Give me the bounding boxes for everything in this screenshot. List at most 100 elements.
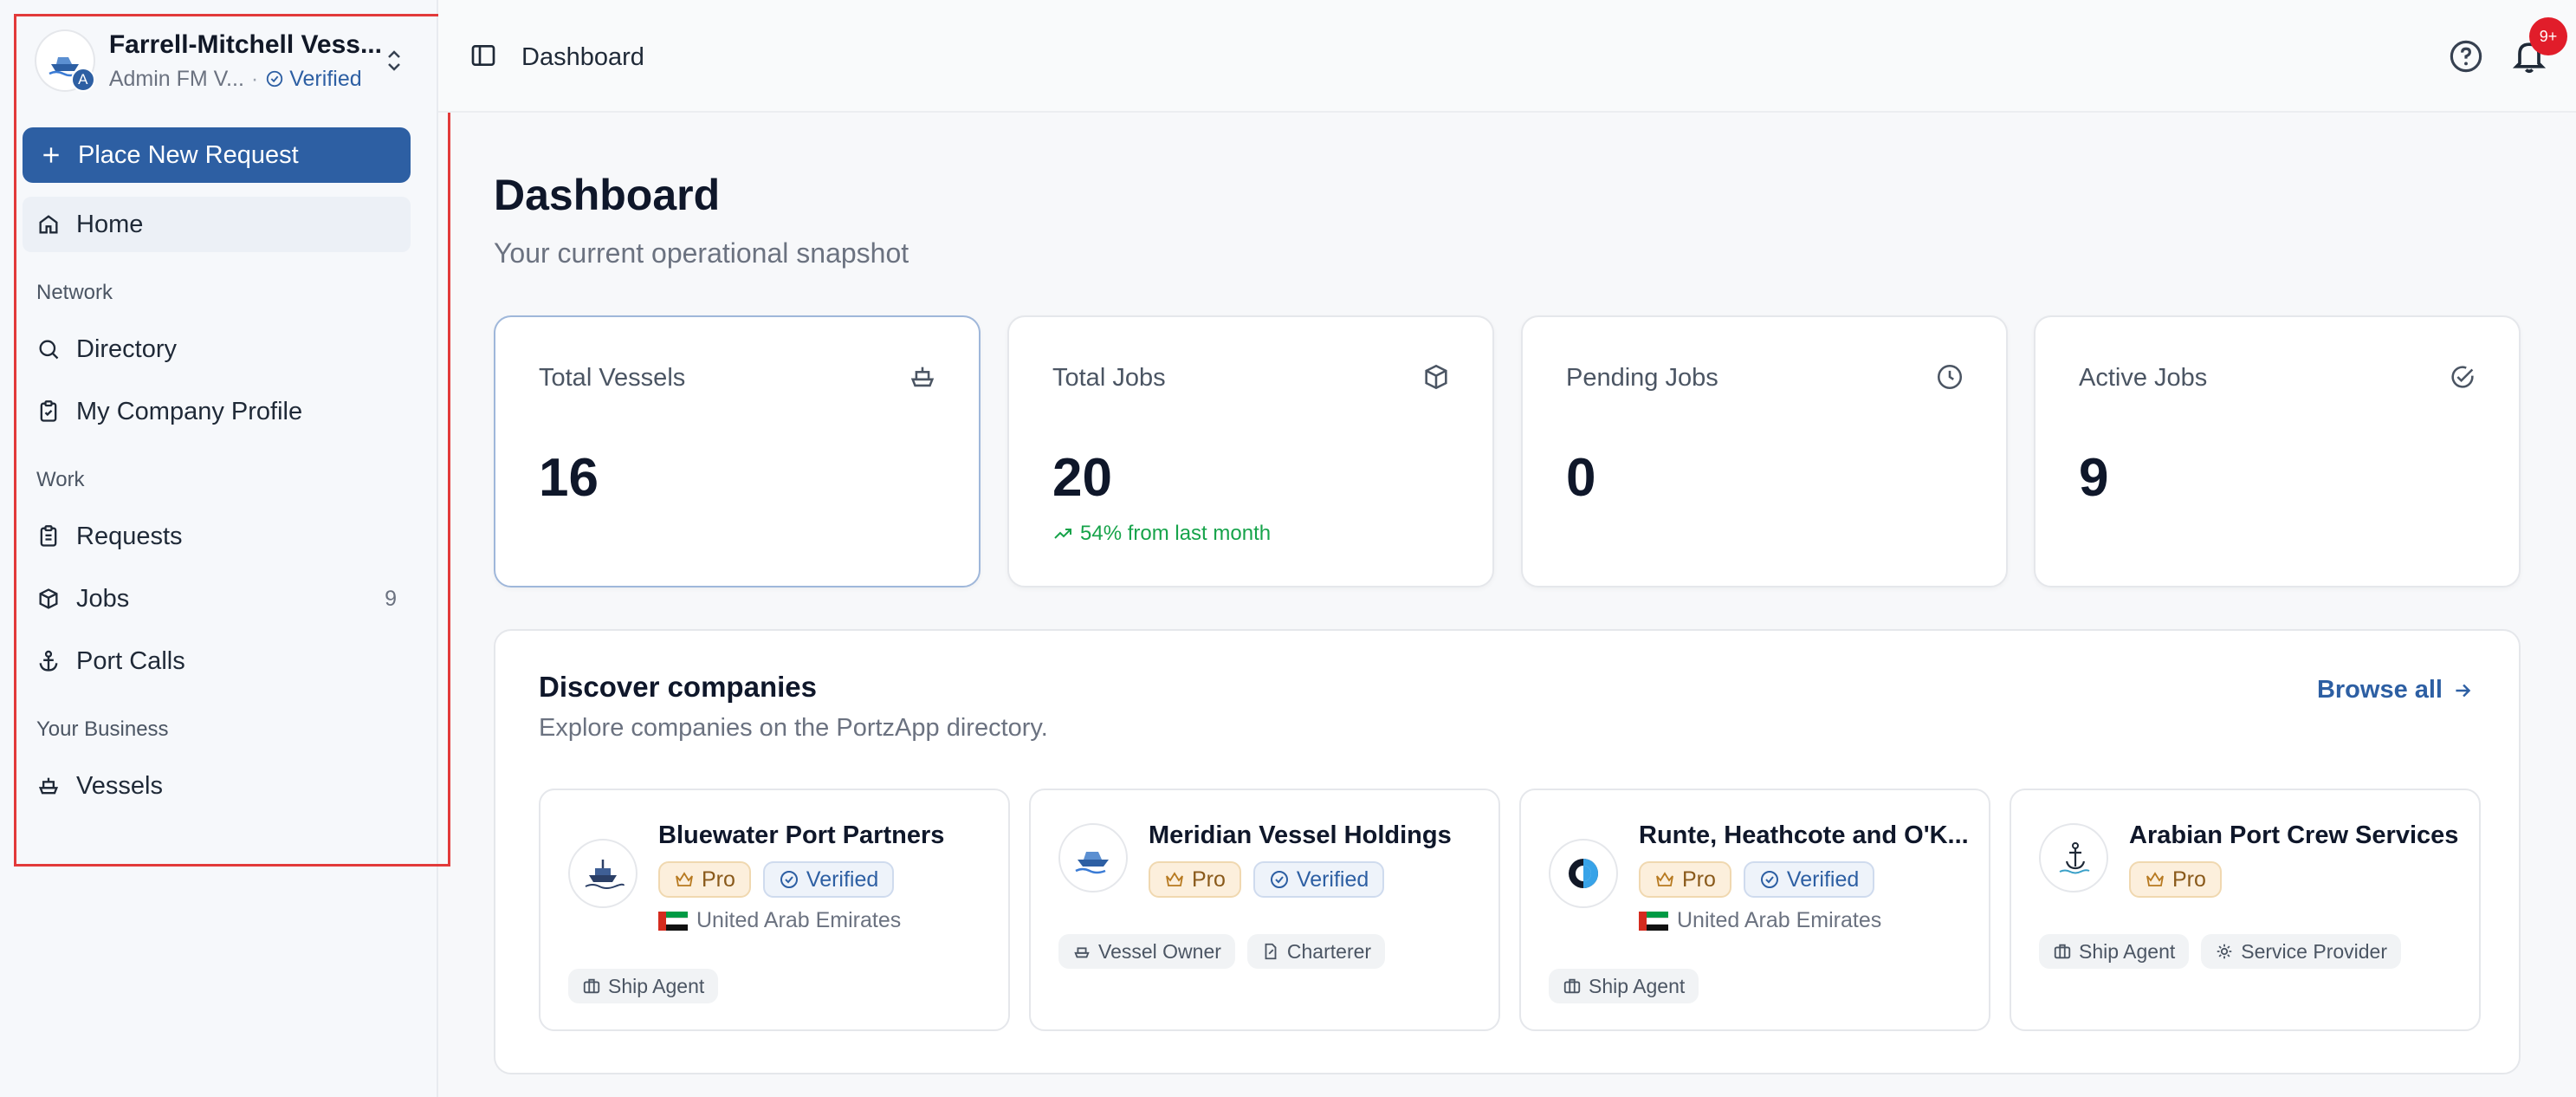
- stat-value: 16: [539, 448, 599, 508]
- jobs-count: 9: [385, 586, 397, 611]
- breadcrumb: Dashboard: [521, 43, 644, 71]
- tag-label: Ship Agent: [608, 974, 705, 997]
- sidebar-item-label: Jobs: [76, 584, 130, 613]
- page-title: Dashboard: [494, 171, 721, 219]
- verified-label: Verified: [1296, 867, 1369, 892]
- plus-icon: [43, 147, 59, 163]
- top-bar: Dashboard 9+: [438, 0, 2576, 113]
- country-name: United Arab Emirates: [696, 908, 902, 932]
- uae-flag-icon: [658, 911, 688, 931]
- section-your-business: Your Business: [36, 717, 169, 741]
- tag-label: Ship Agent: [2079, 939, 2176, 963]
- crown-icon: [1656, 872, 1673, 886]
- sidebar-item-label: My Company Profile: [76, 397, 303, 425]
- page-subtitle: Your current operational snapshot: [494, 237, 909, 269]
- company-card[interactable]: Bluewater Port Partners Pro Verified Uni…: [539, 789, 1010, 1031]
- company-card[interactable]: Arabian Port Crew Services Pro Ship Agen…: [2010, 789, 2481, 1031]
- arrow-right-icon: [2456, 684, 2471, 697]
- globe-logo-icon: [1569, 859, 1598, 888]
- search-icon: [39, 340, 59, 360]
- pro-badge: Pro: [2129, 861, 2222, 898]
- company-tag: Service Provider: [2201, 934, 2401, 969]
- ship-icon: [38, 777, 59, 795]
- browse-all-link[interactable]: Browse all: [2317, 676, 2474, 704]
- clock-icon: [1935, 362, 1964, 396]
- sidebar-item-directory[interactable]: Directory: [23, 321, 411, 377]
- stat-card-total-jobs[interactable]: Total Jobs 20 54% from last month: [1007, 315, 1494, 587]
- crown-icon: [676, 872, 693, 886]
- company-card[interactable]: Meridian Vessel Holdings Pro Verified Ve…: [1029, 789, 1500, 1031]
- sidebar-item-label: Directory: [76, 334, 178, 363]
- pro-label: Pro: [702, 867, 735, 892]
- company-tag: Ship Agent: [568, 969, 719, 1003]
- org-name: Farrell-Mitchell Vess...: [108, 29, 382, 59]
- tag-label: Service Provider: [2241, 939, 2387, 963]
- anchor-icon: [39, 650, 58, 672]
- company-logo: [1549, 839, 1618, 908]
- place-new-request-button[interactable]: Place New Request: [23, 127, 411, 183]
- ship-logo-icon: [1075, 852, 1109, 874]
- place-new-request-label: Place New Request: [78, 140, 299, 169]
- verified-badge: Verified: [1252, 861, 1385, 898]
- clipboard-list-icon: [40, 525, 57, 547]
- stat-card-total-vessels[interactable]: Total Vessels 16: [494, 315, 981, 587]
- sidebar-item-label: Port Calls: [76, 646, 185, 675]
- company-name: Meridian Vessel Holdings: [1149, 821, 1452, 849]
- verified-badge: Verified: [1743, 861, 1875, 898]
- org-avatar: A: [35, 29, 95, 92]
- home-icon: [39, 215, 58, 234]
- org-switcher[interactable]: A Farrell-Mitchell Vess... Admin FM V...…: [35, 26, 407, 95]
- crown-icon: [1166, 872, 1183, 886]
- company-country: United Arab Emirates: [658, 908, 901, 933]
- company-tag: Ship Agent: [2039, 934, 2190, 969]
- ship-icon: [908, 362, 937, 396]
- company-logo: [568, 839, 638, 908]
- sidebar-item-home[interactable]: Home: [23, 197, 411, 252]
- company-logo: [1058, 823, 1128, 893]
- company-tag: Vessel Owner: [1058, 934, 1235, 969]
- stat-card-pending-jobs[interactable]: Pending Jobs 0: [1521, 315, 2008, 587]
- sidebar-item-label: Vessels: [76, 771, 163, 800]
- pro-badge: Pro: [1149, 861, 1241, 898]
- org-role: Admin FM V...: [108, 66, 244, 91]
- sidebar-item-label: Requests: [76, 522, 183, 550]
- briefcase-icon: [583, 978, 600, 994]
- check-circle-icon: [780, 871, 798, 888]
- org-role-badge: A: [70, 68, 95, 92]
- trending-up-icon: [1054, 529, 1071, 539]
- section-subtitle: Explore companies on the PortzApp direct…: [539, 714, 1048, 742]
- sidebar-item-port-calls[interactable]: Port Calls: [23, 633, 411, 689]
- sidebar-item-company-profile[interactable]: My Company Profile: [23, 384, 411, 439]
- chevrons-up-down-icon[interactable]: [382, 43, 407, 78]
- company-tag: Charterer: [1246, 934, 1386, 969]
- anchor-logo-icon: [2059, 842, 2090, 874]
- pro-label: Pro: [1192, 867, 1226, 892]
- verified-label: Verified: [1786, 867, 1860, 892]
- stat-card-active-jobs[interactable]: Active Jobs 9: [2034, 315, 2521, 587]
- pro-badge: Pro: [1639, 861, 1731, 898]
- stat-trend: 54% from last month: [1052, 522, 1271, 546]
- check-circle-icon: [267, 70, 283, 88]
- sidebar-item-vessels[interactable]: Vessels: [23, 758, 411, 814]
- help-circle-icon[interactable]: [2448, 38, 2484, 79]
- file-edit-icon: [1265, 943, 1277, 960]
- check-circle-icon: [2448, 362, 2477, 396]
- stat-label: Total Vessels: [539, 364, 686, 392]
- company-name: Bluewater Port Partners: [658, 821, 945, 849]
- sidebar-item-jobs[interactable]: Jobs 9: [23, 571, 411, 626]
- section-network: Network: [36, 281, 113, 304]
- ship-icon: [1074, 947, 1090, 958]
- stat-label: Active Jobs: [2079, 364, 2208, 392]
- notification-badge: 9+: [2529, 17, 2567, 55]
- pro-badge: Pro: [658, 861, 751, 898]
- company-country: United Arab Emirates: [1639, 908, 1881, 933]
- sidebar-item-requests[interactable]: Requests: [23, 509, 411, 564]
- gear-icon: [2217, 944, 2232, 959]
- verified-label: Verified: [289, 66, 362, 91]
- sidebar-toggle-icon[interactable]: [469, 42, 497, 74]
- company-card[interactable]: Runte, Heathcote and O'K... Pro Verified…: [1519, 789, 1990, 1031]
- check-circle-icon: [1760, 871, 1778, 888]
- verified-status: Verified: [265, 66, 362, 92]
- tag-label: Charterer: [1286, 939, 1372, 963]
- stat-label: Total Jobs: [1052, 364, 1166, 392]
